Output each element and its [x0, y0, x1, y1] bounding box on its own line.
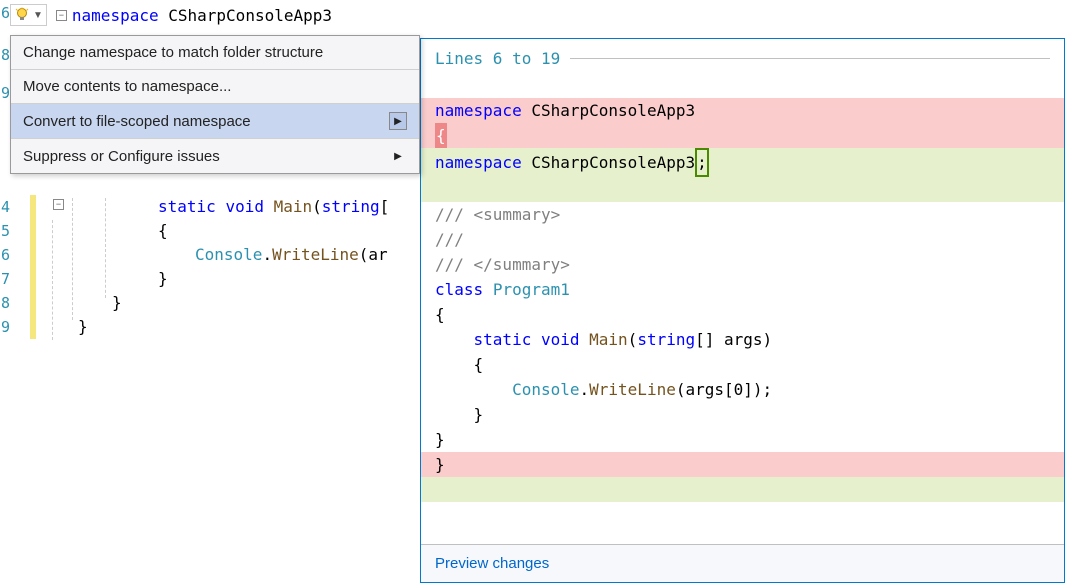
preview-code-line: Console.WriteLine(args[0]);	[421, 377, 1064, 402]
menu-item-move-contents[interactable]: Move contents to namespace...	[11, 70, 419, 104]
line-number: 7	[0, 270, 10, 288]
submenu-arrow-icon: ▶	[389, 112, 407, 130]
line-number: 6	[0, 4, 10, 22]
lightbulb-icon	[14, 7, 30, 23]
diff-added-line: namespace CSharpConsoleApp3;	[421, 148, 1064, 177]
fold-toggle[interactable]: −	[56, 10, 67, 21]
menu-item-label: Suppress or Configure issues	[23, 148, 220, 165]
line-number: 5	[0, 222, 10, 240]
preview-code-line: }	[421, 427, 1064, 452]
code-text: namespace CSharpConsoleApp3	[72, 6, 332, 25]
preview-footer: Preview changes	[421, 544, 1064, 582]
menu-item-label: Convert to file-scoped namespace	[23, 113, 251, 130]
line-number: 9	[0, 318, 10, 336]
line-number: 8	[0, 46, 10, 64]
preview-code-line: class Program1	[421, 277, 1064, 302]
line-number: 8	[0, 294, 10, 312]
menu-item-change-namespace[interactable]: Change namespace to match folder structu…	[11, 36, 419, 70]
diff-removed-line: {	[421, 123, 1064, 148]
preview-header-divider	[570, 58, 1050, 59]
menu-item-label: Move contents to namespace...	[23, 78, 231, 95]
preview-code-line: static void Main(string[] args)	[421, 327, 1064, 352]
preview-body[interactable]: namespace CSharpConsoleApp3 { namespace …	[421, 76, 1064, 544]
editor-body[interactable]: static void Main(string[ { Console.Write…	[30, 195, 389, 339]
preview-changes-link[interactable]: Preview changes	[435, 555, 549, 572]
preview-code-line: /// <summary>	[421, 202, 1064, 227]
editor-top-line: ▼ − namespace CSharpConsoleApp3	[10, 4, 332, 26]
line-number: 4	[0, 198, 10, 216]
dropdown-caret-icon: ▼	[33, 10, 43, 21]
line-number: 9	[0, 84, 10, 102]
line-number: 6	[0, 246, 10, 264]
menu-item-convert-file-scoped[interactable]: Convert to file-scoped namespace ▶	[11, 104, 419, 139]
diff-removed-line: namespace CSharpConsoleApp3	[421, 98, 1064, 123]
diff-added-line	[421, 177, 1064, 202]
diff-removed-line: }	[421, 452, 1064, 477]
submenu-arrow-icon: ▶	[389, 147, 407, 165]
preview-code-line: ///	[421, 227, 1064, 252]
preview-code-line: {	[421, 302, 1064, 327]
preview-panel: Lines 6 to 19 namespace CSharpConsoleApp…	[420, 38, 1065, 583]
diff-added-line	[421, 477, 1064, 502]
menu-item-label: Change namespace to match folder structu…	[23, 44, 323, 61]
lightbulb-button[interactable]: ▼	[10, 4, 47, 26]
menu-item-suppress-configure[interactable]: Suppress or Configure issues ▶	[11, 139, 419, 173]
preview-code-line: }	[421, 402, 1064, 427]
preview-code-line: /// </summary>	[421, 252, 1064, 277]
preview-header: Lines 6 to 19	[421, 39, 1064, 76]
quick-actions-menu: Change namespace to match folder structu…	[10, 35, 420, 174]
preview-code-line: {	[421, 352, 1064, 377]
preview-header-title: Lines 6 to 19	[435, 49, 560, 68]
